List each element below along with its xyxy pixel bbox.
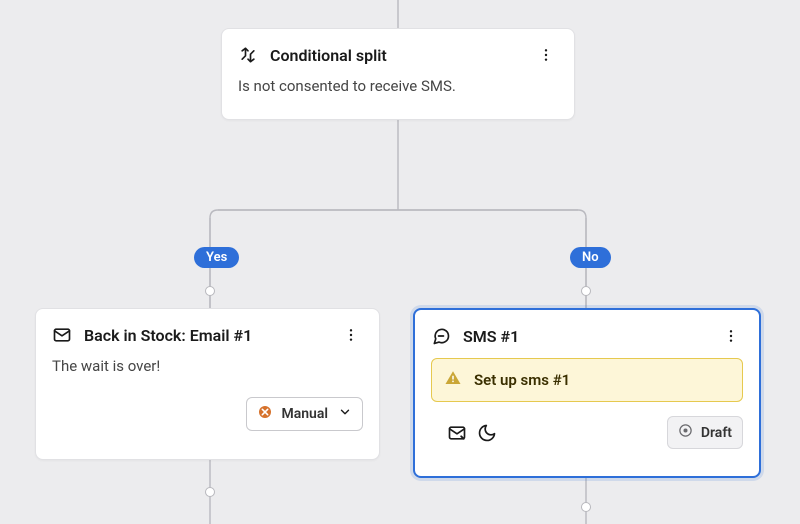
sms-icon bbox=[431, 326, 451, 346]
sms-warning-banner[interactable]: Set up sms #1 bbox=[431, 358, 743, 402]
email-menu-button[interactable] bbox=[339, 323, 363, 347]
draft-button[interactable]: Draft bbox=[667, 416, 743, 449]
branch-pill-yes: Yes bbox=[194, 247, 239, 268]
manual-icon bbox=[257, 404, 273, 424]
manual-button[interactable]: Manual bbox=[246, 397, 363, 431]
split-condition: Is not consented to receive SMS. bbox=[222, 73, 574, 111]
sms-warning-text: Set up sms #1 bbox=[474, 371, 570, 389]
conditional-split-node[interactable]: Conditional split Is not consented to re… bbox=[221, 28, 575, 120]
sms-title: SMS #1 bbox=[463, 327, 719, 346]
warning-icon bbox=[444, 369, 462, 391]
draft-icon bbox=[678, 423, 693, 442]
manual-label: Manual bbox=[281, 406, 328, 422]
branch-no-label: No bbox=[582, 250, 599, 265]
split-menu-button[interactable] bbox=[534, 43, 558, 67]
port-left-bottom bbox=[205, 487, 215, 497]
split-title: Conditional split bbox=[270, 46, 534, 65]
quiet-hours-icon[interactable] bbox=[477, 423, 497, 443]
sms-node[interactable]: SMS #1 Set up sms #1 Draft bbox=[413, 308, 761, 478]
chevron-down-icon bbox=[338, 405, 352, 423]
email-node[interactable]: Back in Stock: Email #1 The wait is over… bbox=[35, 308, 380, 460]
smart-send-icon[interactable] bbox=[447, 423, 467, 443]
draft-label: Draft bbox=[701, 425, 732, 441]
branch-yes-label: Yes bbox=[206, 250, 227, 265]
port-right bbox=[581, 286, 591, 296]
email-title: Back in Stock: Email #1 bbox=[84, 326, 339, 345]
branch-pill-no: No bbox=[570, 247, 611, 268]
port-right-bottom bbox=[581, 502, 591, 512]
sms-menu-button[interactable] bbox=[719, 324, 743, 348]
split-icon bbox=[238, 45, 258, 65]
email-icon bbox=[52, 325, 72, 345]
email-preview: The wait is over! bbox=[36, 353, 379, 391]
port-left bbox=[205, 286, 215, 296]
